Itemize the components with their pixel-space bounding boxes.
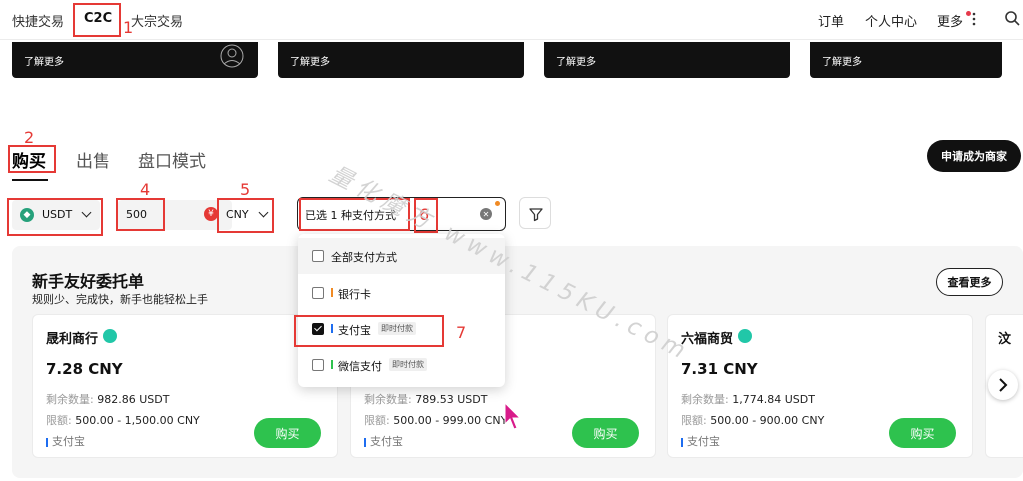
verified-badge-icon xyxy=(738,329,752,343)
limit-range: 限额: 500.00 - 999.00 CNY xyxy=(364,414,508,427)
search-icon[interactable] xyxy=(1004,10,1020,26)
tab-sell[interactable]: 出售 xyxy=(76,147,110,172)
payment-method-label: 支付宝 xyxy=(681,433,720,449)
buy-button[interactable]: 购买 xyxy=(572,418,639,448)
mouse-cursor-icon xyxy=(504,402,522,430)
nav-profile[interactable]: 个人中心 xyxy=(865,11,917,30)
annotation-box-7 xyxy=(294,315,444,347)
active-tab-underline xyxy=(12,179,48,181)
status-dot xyxy=(495,201,500,206)
panel-title: 新手友好委托单 xyxy=(32,272,145,291)
apply-merchant-button[interactable]: 申请成为商家 xyxy=(927,140,1021,172)
remaining-qty: 剩余数量: 1,774.84 USDT xyxy=(681,393,815,406)
learn-more-link[interactable]: 了解更多 xyxy=(556,53,596,68)
payment-method-label: 支付宝 xyxy=(364,433,403,449)
merchant-price: 7.28 CNY xyxy=(46,360,123,378)
chevron-right-icon xyxy=(999,378,1008,392)
payment-method-label: 支付宝 xyxy=(46,433,85,449)
clear-icon[interactable]: ✕ xyxy=(480,208,492,220)
promo-banner-3[interactable]: 了解更多 xyxy=(544,42,790,78)
yuan-icon: ¥ xyxy=(204,207,218,221)
notification-dot xyxy=(966,11,971,16)
limit-range: 限额: 500.00 - 900.00 CNY xyxy=(681,414,825,427)
nav-more[interactable]: 更多 xyxy=(937,11,963,30)
merchant-name[interactable]: 晟利商行 xyxy=(46,328,98,347)
payment-color-bar xyxy=(331,360,333,369)
annotation-box-3 xyxy=(7,198,103,236)
buy-button[interactable]: 购买 xyxy=(889,418,956,448)
annotation-box-5 xyxy=(217,198,274,233)
see-more-button[interactable]: 查看更多 xyxy=(936,268,1003,296)
instant-pay-tag: 即时付款 xyxy=(389,358,427,371)
top-nav: 快捷交易 C2C 大宗交易 订单 个人中心 更多 xyxy=(0,0,1023,40)
annotation-box-1 xyxy=(73,3,121,37)
checkbox[interactable] xyxy=(312,359,324,371)
checkbox[interactable] xyxy=(312,287,324,299)
payment-color-bar xyxy=(331,288,333,297)
promo-banner-2[interactable]: 了解更多 xyxy=(278,42,524,78)
merchant-card[interactable]: 晟利商行 7.28 CNY 剩余数量: 982.86 USDT 限额: 500.… xyxy=(32,314,338,458)
remaining-qty: 剩余数量: 982.86 USDT xyxy=(46,393,170,406)
promo-banner-4[interactable]: 了解更多 xyxy=(810,42,1002,78)
filter-icon xyxy=(529,208,543,222)
tab-quick-trade[interactable]: 快捷交易 xyxy=(12,11,64,30)
annotation-number-5: 5 xyxy=(240,180,251,199)
limit-range: 限额: 500.00 - 1,500.00 CNY xyxy=(46,414,200,427)
merchant-name[interactable]: 汶 xyxy=(998,328,1011,347)
next-arrow-button[interactable] xyxy=(988,370,1018,400)
annotation-number-1: 1 xyxy=(123,18,134,37)
checkbox[interactable] xyxy=(312,250,324,262)
merchant-price: 7.31 CNY xyxy=(681,360,758,378)
dropdown-item-label: 银行卡 xyxy=(338,288,371,301)
merchant-card[interactable]: 六福商贸 7.31 CNY 剩余数量: 1,774.84 USDT 限额: 50… xyxy=(667,314,973,458)
user-illustration-icon xyxy=(220,44,244,68)
annotation-box-2 xyxy=(8,145,56,173)
learn-more-link[interactable]: 了解更多 xyxy=(290,53,330,68)
panel-subtitle: 规则少、完成快，新手也能轻松上手 xyxy=(32,293,208,306)
tab-block-trade[interactable]: 大宗交易 xyxy=(131,11,183,30)
promo-banner-1[interactable]: 了解更多 xyxy=(12,42,258,78)
verified-badge-icon xyxy=(103,329,117,343)
dropdown-item-bank-card[interactable]: 银行卡 xyxy=(298,275,505,311)
remaining-qty: 剩余数量: 789.53 USDT xyxy=(364,393,488,406)
dropdown-item-wechat[interactable]: 微信支付 即时付款 xyxy=(298,347,505,383)
tab-orderbook-mode[interactable]: 盘口模式 xyxy=(138,147,206,172)
filter-button[interactable] xyxy=(519,197,551,229)
annotation-number-4: 4 xyxy=(140,180,151,199)
dropdown-item-label: 全部支付方式 xyxy=(331,251,397,264)
dropdown-item-label: 微信支付 xyxy=(338,360,382,373)
buy-button[interactable]: 购买 xyxy=(254,418,321,448)
more-vertical-icon[interactable] xyxy=(972,12,976,26)
learn-more-link[interactable]: 了解更多 xyxy=(24,53,64,68)
annotation-number-2: 2 xyxy=(24,128,35,147)
nav-orders[interactable]: 订单 xyxy=(818,11,844,30)
annotation-number-7: 7 xyxy=(456,323,467,342)
learn-more-link[interactable]: 了解更多 xyxy=(822,53,862,68)
annotation-box-4 xyxy=(116,198,165,231)
